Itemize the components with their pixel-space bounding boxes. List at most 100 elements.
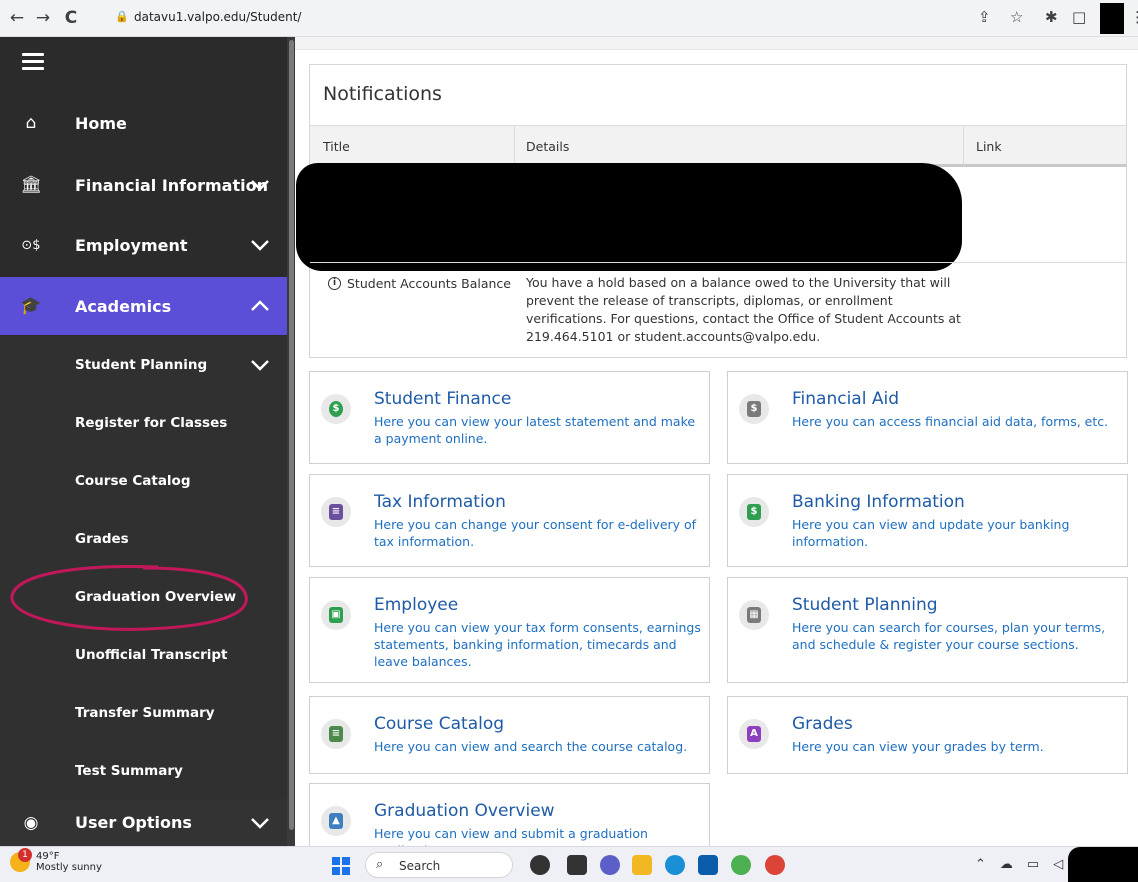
chevron-down-icon [251, 360, 269, 371]
card-banking-information[interactable]: $ Banking Information Here you can view … [727, 474, 1128, 567]
card-title: Grades [792, 714, 853, 734]
column-header-link: Link [976, 139, 1002, 154]
sidebar-subitem-label: Transfer Summary [75, 705, 215, 721]
sidebar-item-label: Financial Information [75, 175, 268, 195]
card-description: Here you can view your tax form consents… [374, 620, 701, 669]
card-title: Student Planning [792, 595, 938, 615]
sidebar-subitem-label: Student Planning [75, 357, 208, 373]
share-icon[interactable]: ⇪ [978, 8, 991, 26]
notification-title-text: Student Accounts Balance [347, 276, 511, 291]
store-icon[interactable] [698, 855, 718, 875]
card-description: Here you can view and update your bankin… [792, 517, 1070, 549]
card-description: Here you can view and search the course … [374, 739, 688, 754]
card-description: Here you can search for courses, plan yo… [792, 620, 1106, 652]
back-button[interactable]: ← [6, 7, 28, 29]
graduation-cap-icon: 🎓 [20, 296, 42, 316]
sidebar-item-employment[interactable]: ⊙$ Employment [0, 216, 289, 274]
file-explorer-icon[interactable] [632, 855, 652, 875]
sidebar-item-academics[interactable]: 🎓 Academics [0, 277, 289, 335]
card-student-finance[interactable]: $ Student Finance Here you can view your… [309, 371, 710, 464]
taskbar-search[interactable]: ⌕ Search [365, 852, 513, 878]
profile-avatar[interactable] [1100, 3, 1124, 34]
sidebar-item-home[interactable]: ⌂ Home [0, 94, 289, 152]
sidebar-subitem-label: Unofficial Transcript [75, 647, 228, 663]
bookmark-star-icon[interactable]: ☆ [1010, 8, 1023, 26]
sidebar-subitem-test-summary[interactable]: Test Summary [0, 742, 289, 800]
notifications-title: Notifications [323, 83, 442, 105]
sidebar-item-user-options[interactable]: ◉ User Options [0, 799, 289, 846]
chat-icon[interactable] [600, 855, 620, 875]
sidebar-subitem-student-planning[interactable]: Student Planning [0, 336, 289, 394]
sidebar-subitem-label: Test Summary [75, 763, 183, 779]
catalog-book-icon: ≡ [321, 719, 351, 749]
volume-icon[interactable]: ◁ [1053, 857, 1063, 872]
sidebar-scrollbar-thumb[interactable] [289, 40, 294, 830]
card-description: Here you can view your latest statement … [374, 414, 696, 446]
grades-icon: A [739, 719, 769, 749]
chevron-up-icon [251, 300, 269, 311]
card-title: Banking Information [792, 492, 965, 512]
forward-button[interactable]: → [32, 7, 54, 29]
reload-button[interactable]: C [60, 7, 82, 29]
hamburger-menu-icon[interactable] [22, 53, 44, 71]
notification-row-details: You have a hold based on a balance owed … [526, 275, 961, 344]
employee-badge-icon: ▣ [321, 600, 351, 630]
lock-icon: 🔒 [115, 10, 129, 23]
browser-toolbar: ← → C 🔒 datavu1.valpo.edu/Student/ ⇪ ☆ ✱… [0, 0, 1138, 37]
task-view-icon[interactable] [567, 855, 587, 875]
url-text: datavu1.valpo.edu/Student/ [134, 10, 302, 24]
sidebar-subitem-transfer-summary[interactable]: Transfer Summary [0, 684, 289, 742]
sidebar-subitem-course-catalog[interactable]: Course Catalog [0, 452, 289, 510]
side-panel-icon[interactable]: □ [1072, 8, 1086, 26]
sidebar-subitem-register-for-classes[interactable]: Register for Classes [0, 394, 289, 452]
chrome-profile-icon[interactable] [765, 855, 785, 875]
info-icon: i [328, 277, 341, 290]
chevron-down-icon [251, 180, 269, 191]
sidebar-item-label: Academics [75, 296, 172, 316]
top-strip [295, 37, 1138, 50]
chevron-up-icon[interactable]: ⌃ [975, 857, 986, 872]
column-header-details: Details [526, 139, 570, 154]
redaction-mark [1068, 847, 1138, 882]
card-title: Graduation Overview [374, 801, 555, 821]
onedrive-icon[interactable]: ☁ [1000, 857, 1013, 872]
address-bar[interactable]: 🔒 datavu1.valpo.edu/Student/ [101, 5, 1011, 32]
weather-widget[interactable]: 1 49°F Mostly sunny [10, 848, 102, 873]
network-icon[interactable]: ▭ [1027, 857, 1039, 872]
financial-aid-icon: $ [739, 394, 769, 424]
card-grades[interactable]: A Grades Here you can view your grades b… [727, 696, 1128, 774]
card-course-catalog[interactable]: ≡ Course Catalog Here you can view and s… [309, 696, 710, 774]
card-financial-aid[interactable]: $ Financial Aid Here you can access fina… [727, 371, 1128, 464]
card-title: Employee [374, 595, 459, 615]
taskbar-search-label: Search [399, 859, 441, 873]
notifications-panel: Notifications Title Details Link i Stude… [296, 64, 1127, 358]
notifications-table-header: Title Details Link [310, 125, 1126, 167]
extensions-icon[interactable]: ✱ [1045, 8, 1058, 26]
sidebar-item-label: Employment [75, 235, 188, 255]
sidebar-item-financial-information[interactable]: 🏛 Financial Information [0, 156, 289, 214]
banking-money-icon: $ [739, 497, 769, 527]
chevron-down-icon [251, 240, 269, 251]
windows-taskbar: 1 49°F Mostly sunny ⌕ Search ⌃ ☁ ▭ ◁ [0, 846, 1138, 882]
home-icon: ⌂ [25, 113, 37, 133]
taskbar-app-icon[interactable] [530, 855, 550, 875]
column-separator [514, 126, 515, 165]
sidebar-subitem-unofficial-transcript[interactable]: Unofficial Transcript [0, 626, 289, 684]
sidebar-subitem-label: Course Catalog [75, 473, 191, 489]
card-tax-information[interactable]: ≡ Tax Information Here you can change yo… [309, 474, 710, 567]
card-graduation-overview[interactable]: ▲ Graduation Overview Here you can view … [309, 783, 710, 858]
weather-temp: 49°F [36, 851, 60, 862]
chevron-down-icon [251, 817, 269, 829]
sidebar-subitem-grades[interactable]: Grades [0, 510, 289, 568]
card-student-planning[interactable]: ▦ Student Planning Here you can search f… [727, 577, 1128, 683]
edge-browser-icon[interactable] [665, 855, 685, 875]
chrome-icon[interactable] [731, 855, 751, 875]
annotation-circle [10, 565, 248, 631]
employment-icon: ⊙$ [21, 237, 41, 253]
browser-menu-icon[interactable]: ⋮ [1130, 8, 1138, 26]
windows-start-icon[interactable] [332, 857, 350, 875]
card-employee[interactable]: ▣ Employee Here you can view your tax fo… [309, 577, 710, 683]
notification-badge: 1 [18, 848, 32, 862]
card-description: Here you can view your grades by term. [792, 739, 1044, 754]
sidebar-item-label: Home [75, 113, 127, 133]
